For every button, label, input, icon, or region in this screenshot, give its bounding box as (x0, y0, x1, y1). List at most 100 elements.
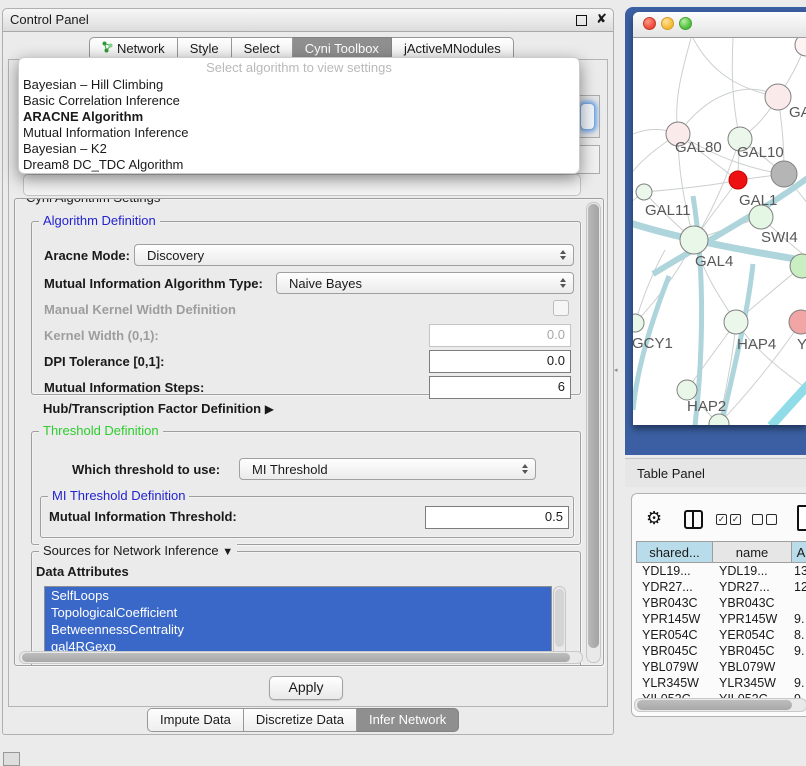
table-row[interactable]: YDR27...YDR27...12 (636, 579, 806, 595)
settings-vscroll-thumb[interactable] (588, 204, 599, 648)
table-row[interactable]: YLR345WYLR345W9. (636, 675, 806, 691)
aracne-mode-value: Discovery (147, 248, 204, 263)
zoom-traffic-light-icon[interactable] (679, 17, 692, 30)
mi-threshold-field[interactable]: 0.5 (425, 506, 569, 529)
attribute-item-selfloops[interactable]: SelfLoops (45, 587, 551, 604)
mi-type-value: Naive Bayes (289, 276, 362, 291)
table-cell: YER054C (636, 627, 713, 643)
close-traffic-light-icon[interactable] (643, 17, 656, 30)
tab-label: Select (244, 41, 280, 56)
columns-icon[interactable] (684, 510, 703, 529)
checked-box-icon[interactable]: ✓ (716, 514, 727, 525)
tab-impute-data[interactable]: Impute Data (147, 708, 244, 732)
node-label-hap4: HAP4 (737, 336, 776, 353)
algorithm-dropdown-popup: Select algorithm to view settings Bayesi… (18, 57, 580, 174)
panel-divider-handle[interactable]: ◂ (614, 367, 619, 375)
which-threshold-label: Which threshold to use: (72, 462, 220, 477)
table-panel-title: Table Panel (637, 466, 705, 481)
table-row[interactable]: YBR045CYBR045C9. (636, 643, 806, 659)
network-edge (736, 322, 803, 386)
mi-type-combo[interactable]: Naive Bayes (276, 272, 574, 294)
column-header-name[interactable]: name (713, 541, 792, 563)
minimize-traffic-light-icon[interactable] (661, 17, 674, 30)
table-panel-titlebar: Table Panel (625, 458, 806, 487)
network-node-bottom-green[interactable] (709, 414, 729, 425)
network-window-titlebar[interactable] (633, 12, 806, 38)
table-row[interactable]: YBL079WYBL079W (636, 659, 806, 675)
table-cell: YBL079W (636, 659, 713, 675)
kernel-width-field[interactable]: 0.0 (429, 324, 571, 347)
settings-hscroll-thumb[interactable] (22, 653, 570, 662)
table-horizontal-scrollbar[interactable] (634, 698, 806, 712)
network-node-hap2[interactable] (677, 380, 697, 400)
manual-kernel-checkbox[interactable] (553, 300, 569, 316)
dpi-tolerance-field[interactable]: 0.0 (429, 350, 571, 373)
algorithm-option-mutual-information-inference[interactable]: Mutual Information Inference (19, 125, 579, 141)
settings-horizontal-scrollbar[interactable] (19, 651, 583, 664)
checked-box-icon[interactable]: ✓ (730, 514, 741, 525)
hub-definition-toggle[interactable]: Hub/Transcription Factor Definition ▶ (43, 401, 274, 416)
float-window-icon[interactable] (576, 15, 587, 26)
table-row[interactable]: YER054CYER054C8. (636, 627, 806, 643)
gear-icon[interactable]: ⚙ (646, 509, 662, 527)
algorithm-option-aracne-algorithm[interactable]: ARACNE Algorithm (19, 109, 579, 125)
table-panel: ⚙ ✓ ✓ shared...nameA YDL19...YDL19...13Y… (631, 493, 806, 717)
table-cell: YLR345W (713, 675, 792, 691)
close-icon[interactable]: ✘ (596, 11, 607, 27)
apply-button[interactable]: Apply (269, 676, 343, 700)
table-cell: YBR045C (713, 643, 792, 659)
attributes-scroll-thumb[interactable] (555, 589, 564, 647)
table-hscroll-thumb[interactable] (637, 700, 792, 710)
aracne-mode-combo[interactable]: Discovery (134, 244, 574, 266)
network-node-gal4[interactable] (680, 226, 708, 254)
node-label-gal1: GAL1 (739, 192, 777, 209)
column-header-shared-[interactable]: shared... (636, 541, 713, 563)
which-threshold-value: MI Threshold (252, 462, 328, 477)
network-node-gray-node[interactable] (771, 161, 797, 187)
node-label-hap2: HAP2 (687, 398, 726, 415)
table-cell: YER054C (713, 627, 792, 643)
settings-vertical-scrollbar[interactable] (586, 202, 601, 663)
network-node-top-right-partial[interactable] (795, 38, 806, 56)
tab-discretize-data[interactable]: Discretize Data (244, 708, 357, 732)
unchecked-box-icon[interactable] (752, 514, 763, 525)
table-row[interactable]: YBR043CYBR043C (636, 595, 806, 611)
attribute-item-betweennesscentrality[interactable]: BetweennessCentrality (45, 621, 551, 638)
table-cell: YBR043C (713, 595, 792, 611)
tab-infer-network[interactable]: Infer Network (357, 708, 459, 732)
network-node-gcy1[interactable] (633, 314, 644, 332)
network-icon (102, 41, 113, 56)
network-canvas[interactable]: GAL7GAL80GAL10GAL1GAL11SWI4GAL4GCY1HAP4Y… (633, 38, 806, 425)
node-label-gal80: GAL80 (675, 139, 722, 156)
table-cell: 9. (792, 675, 806, 691)
algorithm-option-bayesian-hill-climbing[interactable]: Bayesian – Hill Climbing (19, 77, 579, 93)
minimized-panel-icon[interactable] (3, 752, 20, 766)
table-header-row: shared...nameA (636, 541, 806, 563)
sources-title[interactable]: Sources for Network Inference ▼ (39, 543, 237, 558)
sources-group: Sources for Network Inference ▼ Data Att… (31, 551, 581, 666)
unchecked-box-icon[interactable] (766, 514, 777, 525)
mi-type-label: Mutual Information Algorithm Type: (44, 276, 263, 291)
network-node-gal7[interactable] (765, 84, 791, 110)
table-row[interactable]: YDL19...YDL19...13 (636, 563, 806, 579)
file-icon[interactable] (797, 505, 806, 531)
column-header-a[interactable]: A (792, 541, 806, 563)
network-node-pink-y[interactable] (789, 310, 806, 334)
network-graph: GAL7GAL80GAL10GAL1GAL11SWI4GAL4GCY1HAP4Y… (633, 38, 806, 425)
algorithm-option-dream8-dc-tdc-algorithm[interactable]: Dream8 DC_TDC Algorithm (19, 157, 579, 173)
which-threshold-combo[interactable]: MI Threshold (239, 458, 536, 480)
network-node-gal11[interactable] (636, 184, 652, 200)
table-cell: YLR345W (636, 675, 713, 691)
mi-steps-field[interactable]: 6 (429, 376, 571, 399)
stepper-arrows-icon (522, 464, 528, 474)
algorithm-option-bayesian-k2[interactable]: Bayesian – K2 (19, 141, 579, 157)
network-node-hap4[interactable] (724, 310, 748, 334)
table-cell: YBL079W (713, 659, 792, 675)
table-cell: YBR045C (636, 643, 713, 659)
attribute-item-topologicalcoefficient[interactable]: TopologicalCoefficient (45, 604, 551, 621)
algorithm-option-basic-correlation-inference[interactable]: Basic Correlation Inference (19, 93, 579, 109)
network-node-red-node[interactable] (729, 171, 747, 189)
table-row[interactable]: YPR145WYPR145W9. (636, 611, 806, 627)
table-cell: YBR043C (636, 595, 713, 611)
table-cell: 9. (792, 611, 806, 627)
